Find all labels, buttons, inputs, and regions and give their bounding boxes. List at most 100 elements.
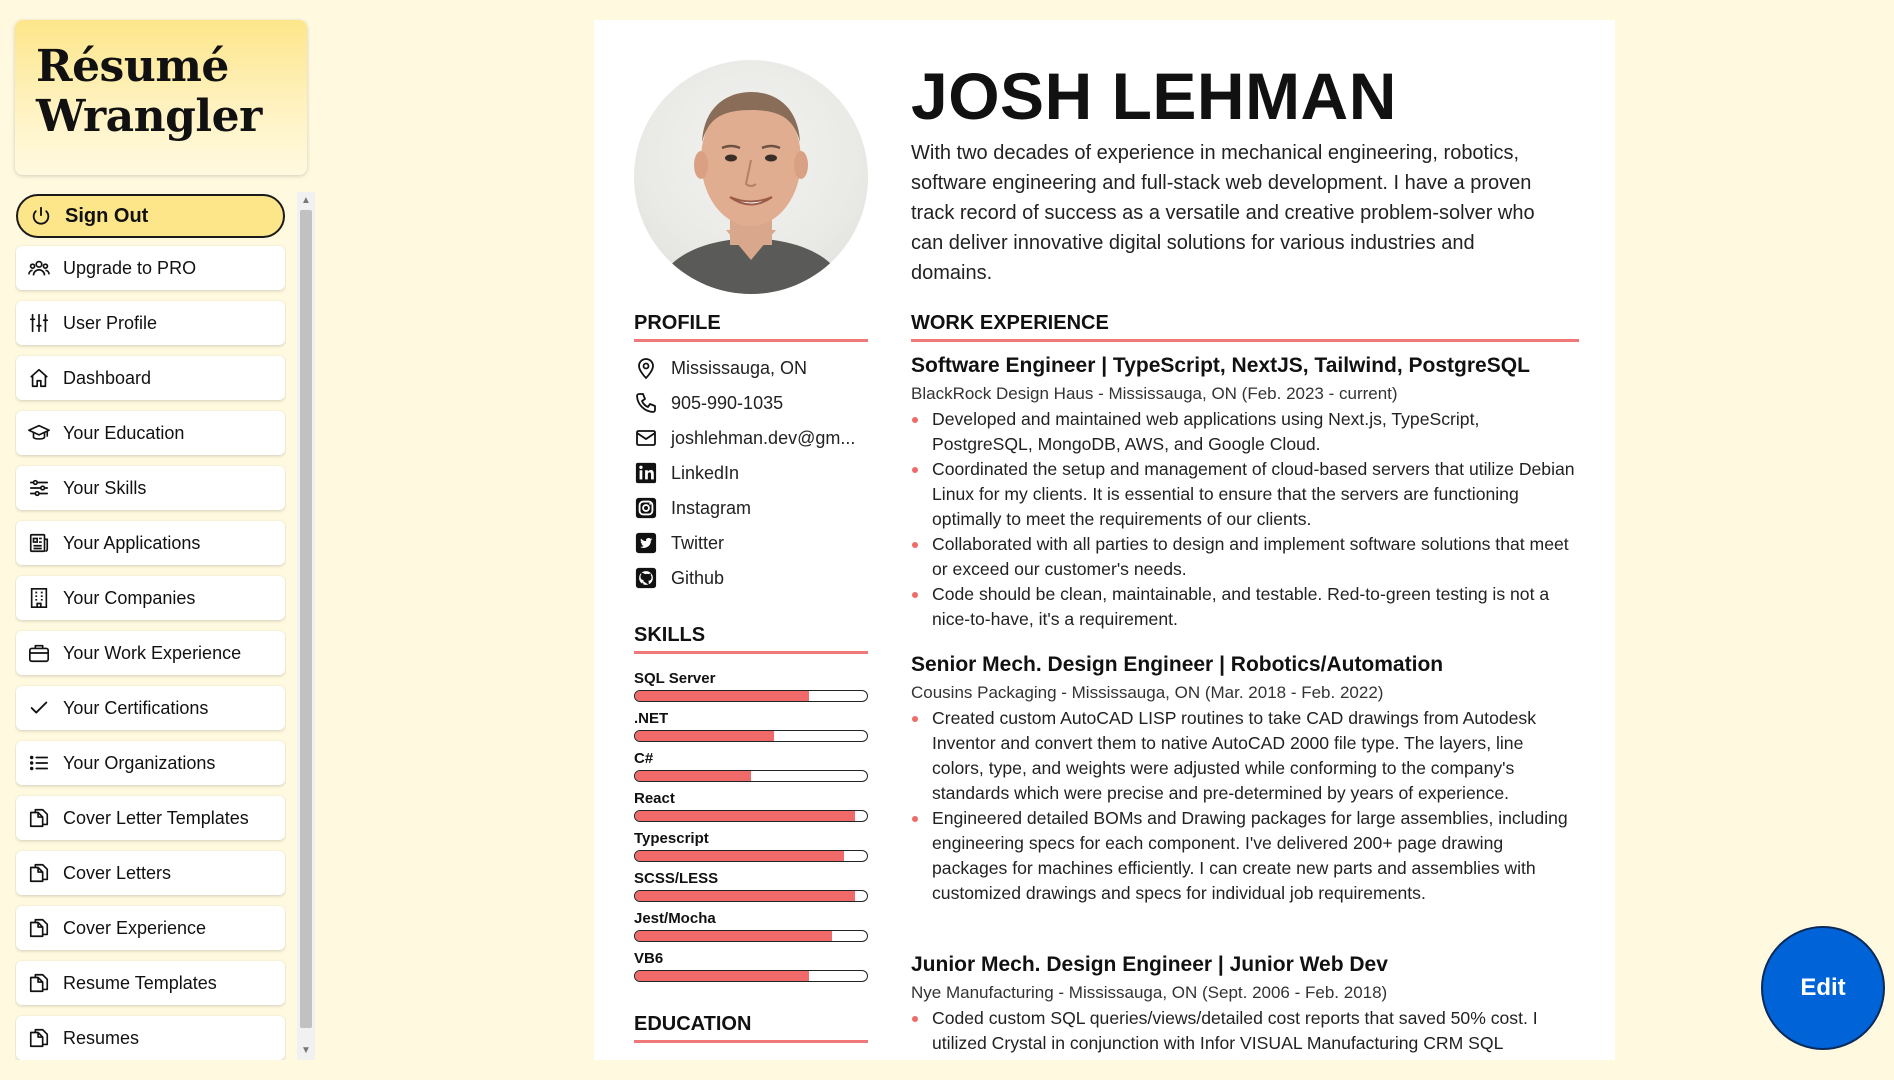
copy-icon: [28, 1027, 50, 1049]
sidebar-item-user-profile[interactable]: User Profile: [16, 301, 285, 345]
twitter-icon: [634, 531, 658, 555]
job-company: Nye Manufacturing - Mississauga, ON (Sep…: [911, 983, 1388, 1002]
scrollbar-thumb[interactable]: [300, 210, 312, 1028]
avatar: [634, 60, 868, 294]
sidebar-item-label: Resumes: [63, 1027, 140, 1048]
sidebar-item-dashboard[interactable]: Dashboard: [16, 356, 285, 400]
sidebar-item-cover-letters[interactable]: Cover Letters: [16, 851, 285, 895]
sidebar-item-label: Your Organizations: [63, 752, 216, 773]
sidebar-item-label: Your Companies: [63, 587, 196, 608]
app-logo: Résumé Wrangler: [15, 20, 307, 175]
sidebar-item-work-experience[interactable]: Your Work Experience: [16, 631, 285, 675]
contact-phone: 905-990-1035: [634, 391, 868, 415]
mail-icon: [634, 426, 658, 450]
copy-icon: [28, 862, 50, 884]
sidebar-item-companies[interactable]: Your Companies: [16, 576, 285, 620]
contact-label: LinkedIn: [671, 462, 740, 483]
home-icon: [28, 367, 50, 389]
contact-instagram[interactable]: Instagram: [634, 496, 868, 520]
education-section-title: EDUCATION: [634, 1013, 868, 1043]
sidebar-item-label: Your Certifications: [63, 697, 209, 718]
skills-section-title: SKILLS: [634, 624, 868, 654]
sidebar-item-label: Dashboard: [63, 367, 152, 388]
skill-label: C#: [634, 750, 654, 767]
power-icon: [30, 205, 52, 227]
sidebar-item-label: Sign Out: [65, 204, 149, 227]
logo-line-2: Wrangler: [36, 91, 262, 142]
sidebar-item-applications[interactable]: Your Applications: [16, 521, 285, 565]
sidebar-item-upgrade[interactable]: Upgrade to PRO: [16, 246, 285, 290]
skill-label: Jest/Mocha: [634, 910, 716, 927]
sidebar-item-label: Cover Letters: [63, 862, 172, 883]
skill-bar: [634, 850, 868, 862]
resume-summary: With two decades of experience in mechan…: [911, 142, 1535, 284]
job-bullet: Engineered detailed BOMs and Drawing pac…: [911, 806, 1579, 906]
job-bullet: Coded custom SQL queries/views/detailed …: [911, 1006, 1579, 1056]
building-icon: [28, 587, 50, 609]
sidebar-item-label: Resume Templates: [63, 972, 217, 993]
adjustments-icon: [28, 477, 50, 499]
skill-label: Typescript: [634, 830, 709, 847]
sidebar-item-organizations[interactable]: Your Organizations: [16, 741, 285, 785]
job-title: Senior Mech. Design Engineer | Robotics/…: [911, 653, 1444, 676]
skill-label: VB6: [634, 950, 664, 967]
sidebar-item-cover-letter-templates[interactable]: Cover Letter Templates: [16, 796, 285, 840]
sliders-icon: [28, 312, 50, 334]
users-icon: [28, 257, 50, 279]
contact-github[interactable]: Github: [634, 566, 868, 590]
skill-label: React: [634, 790, 675, 807]
sidebar-item-resume-templates[interactable]: Resume Templates: [16, 961, 285, 1005]
edit-button[interactable]: Edit: [1761, 926, 1885, 1050]
job-bullets: Created custom AutoCAD LISP routines to …: [911, 706, 1579, 906]
contact-linkedin[interactable]: LinkedIn: [634, 461, 868, 485]
skill-bar-fill: [635, 851, 844, 861]
linkedin-icon: [634, 461, 658, 485]
skill-bar: [634, 770, 868, 782]
sidebar-item-resumes[interactable]: Resumes: [16, 1016, 285, 1060]
contact-twitter[interactable]: Twitter: [634, 531, 868, 555]
newspaper-icon: [28, 532, 50, 554]
sidebar-item-label: Your Applications: [63, 532, 201, 553]
skill-bar: [634, 930, 868, 942]
skill-label: SCSS/LESS: [634, 870, 719, 887]
job-bullet: Developed and maintained web application…: [911, 407, 1579, 457]
skill-bar-fill: [635, 971, 809, 981]
skill-label: SQL Server: [634, 670, 716, 687]
briefcase-icon: [28, 642, 50, 664]
contact-email[interactable]: joshlehman.dev@gm...: [634, 426, 868, 450]
skill-bar-fill: [635, 731, 775, 741]
sidebar-item-label: Cover Experience: [63, 917, 207, 938]
contact-label: Instagram: [671, 497, 752, 518]
contact-label: Mississauga, ON: [671, 357, 808, 378]
skill-bar: [634, 690, 868, 702]
graduation-cap-icon: [28, 422, 50, 444]
skill-bar-fill: [635, 931, 833, 941]
sidebar-item-label: Your Skills: [63, 477, 147, 498]
job-title: Junior Mech. Design Engineer | Junior We…: [911, 953, 1388, 976]
sidebar-item-certifications[interactable]: Your Certifications: [16, 686, 285, 730]
skill-bar: [634, 890, 868, 902]
sidebar-item-label: User Profile: [63, 312, 158, 333]
job-company: BlackRock Design Haus - Mississauga, ON …: [911, 384, 1398, 403]
sidebar-item-cover-experience[interactable]: Cover Experience: [16, 906, 285, 950]
contact-label: 905-990-1035: [671, 392, 784, 413]
resume-name: JOSH LEHMAN: [911, 59, 1397, 133]
job-bullets: Developed and maintained web application…: [911, 407, 1579, 632]
map-pin-icon: [634, 356, 658, 380]
job-bullets: Coded custom SQL queries/views/detailed …: [911, 1006, 1579, 1056]
skill-bar-fill: [635, 811, 856, 821]
copy-icon: [28, 972, 50, 994]
scroll-up-arrow-icon[interactable]: ▲: [297, 192, 315, 210]
sidebar-item-skills[interactable]: Your Skills: [16, 466, 285, 510]
job-bullet: Coordinated the setup and management of …: [911, 457, 1579, 532]
contact-label: joshlehman.dev@gm...: [671, 427, 856, 448]
skill-bar-fill: [635, 891, 856, 901]
sign-out-button[interactable]: Sign Out: [16, 194, 285, 238]
sidebar-item-label: Your Education: [63, 422, 185, 443]
job-title: Software Engineer | TypeScript, NextJS, …: [911, 354, 1530, 377]
scroll-down-arrow-icon[interactable]: ▼: [297, 1042, 315, 1060]
contact-location: Mississauga, ON: [634, 356, 868, 380]
sidebar-item-education[interactable]: Your Education: [16, 411, 285, 455]
sidebar-scrollbar[interactable]: ▲ ▼: [297, 192, 315, 1060]
skill-bar: [634, 730, 868, 742]
